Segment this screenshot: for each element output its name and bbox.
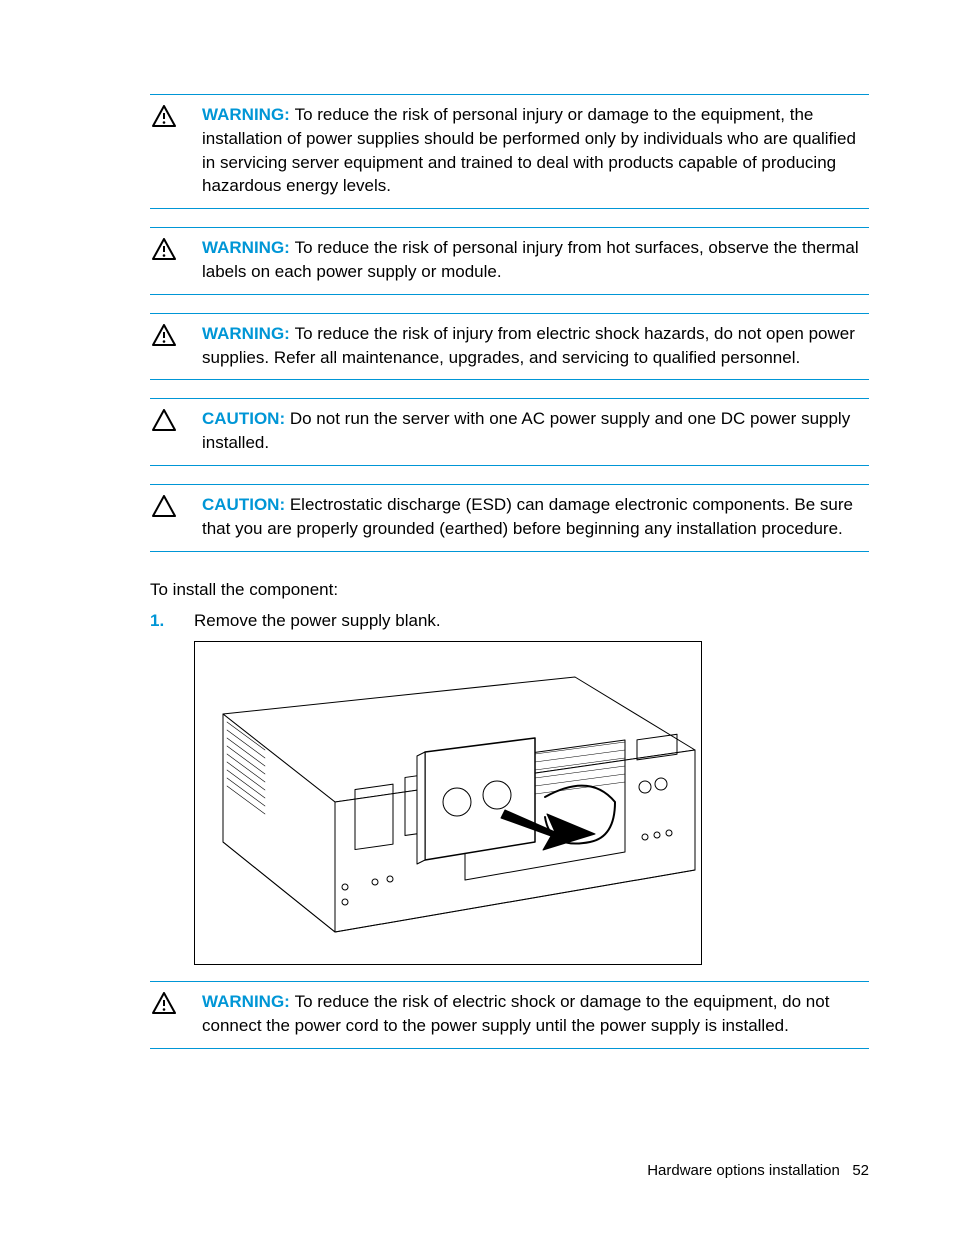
step-text: Remove the power supply blank. (194, 609, 441, 633)
caution-icon (152, 409, 178, 431)
warning-icon (152, 238, 178, 260)
step-number: 1. (150, 609, 194, 633)
warning-icon (152, 992, 178, 1014)
warning-callout: WARNING: To reduce the risk of personal … (150, 227, 869, 295)
callout-text: WARNING: To reduce the risk of electric … (202, 990, 869, 1038)
callout-text: WARNING: To reduce the risk of injury fr… (202, 322, 869, 370)
caution-icon (152, 495, 178, 517)
warning-callout: WARNING: To reduce the risk of electric … (150, 981, 869, 1049)
warning-callout: WARNING: To reduce the risk of injury fr… (150, 313, 869, 381)
callout-text: CAUTION: Do not run the server with one … (202, 407, 869, 455)
callout-text: CAUTION: Electrostatic discharge (ESD) c… (202, 493, 869, 541)
warning-callout: WARNING: To reduce the risk of personal … (150, 94, 869, 209)
warning-icon (152, 324, 178, 346)
step-item: 1. Remove the power supply blank. (150, 609, 869, 633)
page-footer: Hardware options installation 52 (647, 1160, 869, 1181)
callout-text: WARNING: To reduce the risk of personal … (202, 103, 869, 198)
caution-callout: CAUTION: Do not run the server with one … (150, 398, 869, 466)
caution-callout: CAUTION: Electrostatic discharge (ESD) c… (150, 484, 869, 552)
instruction-intro: To install the component: (150, 578, 869, 602)
server-diagram (194, 641, 702, 965)
warning-icon (152, 105, 178, 127)
callout-text: WARNING: To reduce the risk of personal … (202, 236, 869, 284)
